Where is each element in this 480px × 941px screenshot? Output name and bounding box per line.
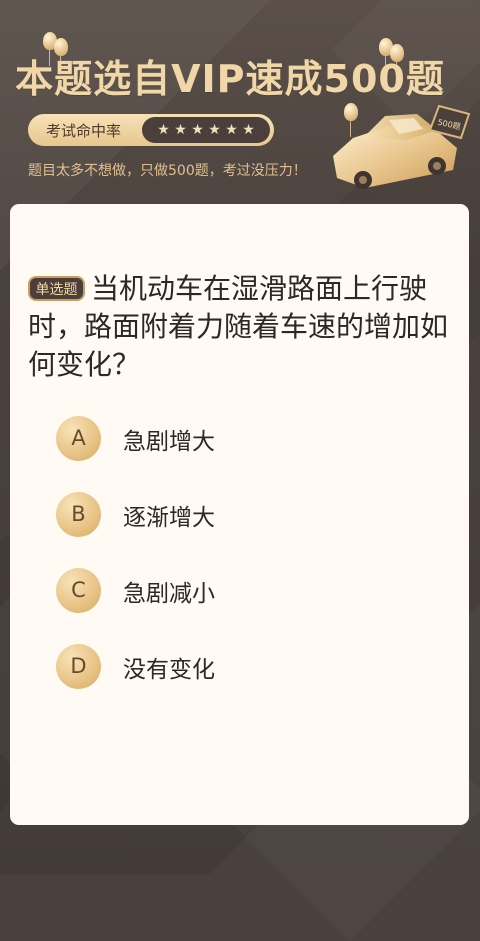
banner-subtitle: 题目太多不想做，只做500题，考过没压力！ (28, 163, 307, 179)
car-icon: 500题 (333, 104, 471, 189)
question-type-tag: 单选题 (28, 275, 85, 301)
option-c-text: 急剧减小 (123, 580, 215, 607)
option-a[interactable]: A 急剧增大 (56, 416, 416, 461)
option-d-text: 没有变化 (123, 656, 215, 683)
option-a-letter: A (56, 416, 101, 461)
question-text: 当机动车在湿滑路面上行驶时，路面附着力随着车速的增加如何变化？ (28, 272, 449, 381)
option-b-text: 逐渐增大 (123, 504, 215, 531)
option-d[interactable]: D 没有变化 (56, 644, 416, 689)
rating-stars: ★ ★ ★ ★ ★ ★ (142, 117, 270, 143)
star-icon: ★ (157, 122, 170, 138)
star-icon: ★ (174, 122, 187, 138)
options-list: A 急剧增大 B 逐渐增大 C 急剧减小 D 没有变化 (56, 416, 416, 720)
car-illustration: 500题 (325, 96, 475, 198)
question-text-block: 单选题 当机动车在湿滑路面上行驶时，路面附着力随着车速的增加如何变化？ (28, 270, 458, 384)
hit-rate-pill: 考试命中率 ★ ★ ★ ★ ★ ★ (28, 114, 274, 146)
star-icon: ★ (242, 122, 255, 138)
star-icon: ★ (225, 122, 238, 138)
option-b-letter: B (56, 492, 101, 537)
option-c[interactable]: C 急剧减小 (56, 568, 416, 613)
option-a-text: 急剧增大 (123, 428, 215, 455)
option-b[interactable]: B 逐渐增大 (56, 492, 416, 537)
star-icon: ★ (208, 122, 221, 138)
option-c-letter: C (56, 568, 101, 613)
option-d-letter: D (56, 644, 101, 689)
star-icon: ★ (191, 122, 204, 138)
banner-title: 本题选自VIP速成500题 (15, 57, 445, 101)
